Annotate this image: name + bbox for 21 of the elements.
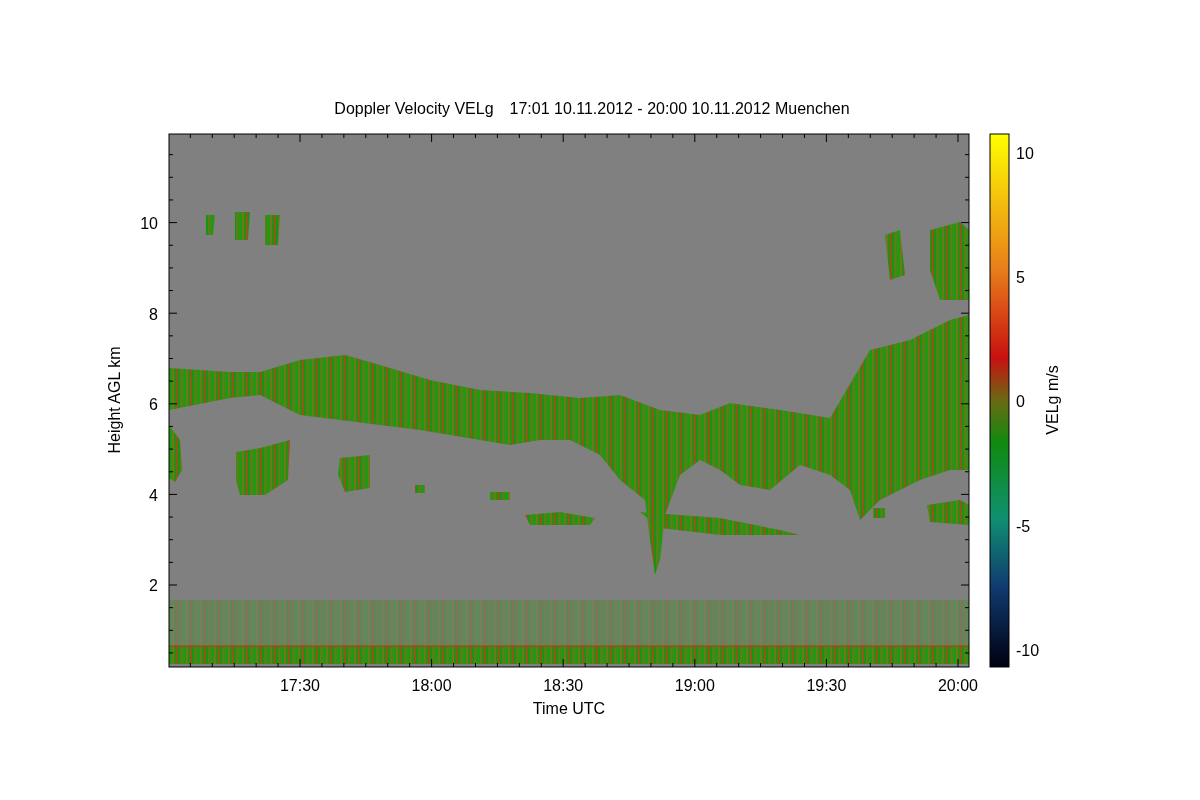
y-tick-label: 10 — [140, 215, 158, 232]
x-tick-label: 18:30 — [543, 677, 584, 694]
colorbar-tick-label: 5 — [1016, 269, 1025, 287]
x-tick-label: 20:00 — [938, 677, 978, 694]
y-tick-label: 4 — [149, 486, 158, 504]
colorbar-tick-label: 10 — [1016, 145, 1034, 162]
colorbar-tick-label: -5 — [1016, 517, 1031, 535]
colorbar-title: VELg m/s — [1044, 365, 1061, 435]
colorbar-tick-label: 0 — [1016, 393, 1025, 411]
y-tick-label: 8 — [149, 305, 158, 323]
y-axis-title: Height AGL km — [106, 346, 123, 454]
x-tick-label: 19:00 — [674, 677, 715, 694]
colorbar-tick-label: -10 — [1016, 641, 1040, 659]
chart-period: 17:01 10.11.2012 - 20:00 10.11.2012 Muenchen — [509, 100, 850, 117]
chart-title: Doppler Velocity VELg — [334, 100, 494, 117]
y-tick-label: 6 — [149, 396, 158, 414]
x-tick-label: 19:30 — [806, 677, 847, 694]
x-tick-label: 18:00 — [411, 677, 452, 694]
y-tick-label: 2 — [149, 577, 158, 595]
x-tick-label: 17:30 — [280, 677, 320, 694]
x-axis-title: Time UTC — [532, 700, 606, 717]
